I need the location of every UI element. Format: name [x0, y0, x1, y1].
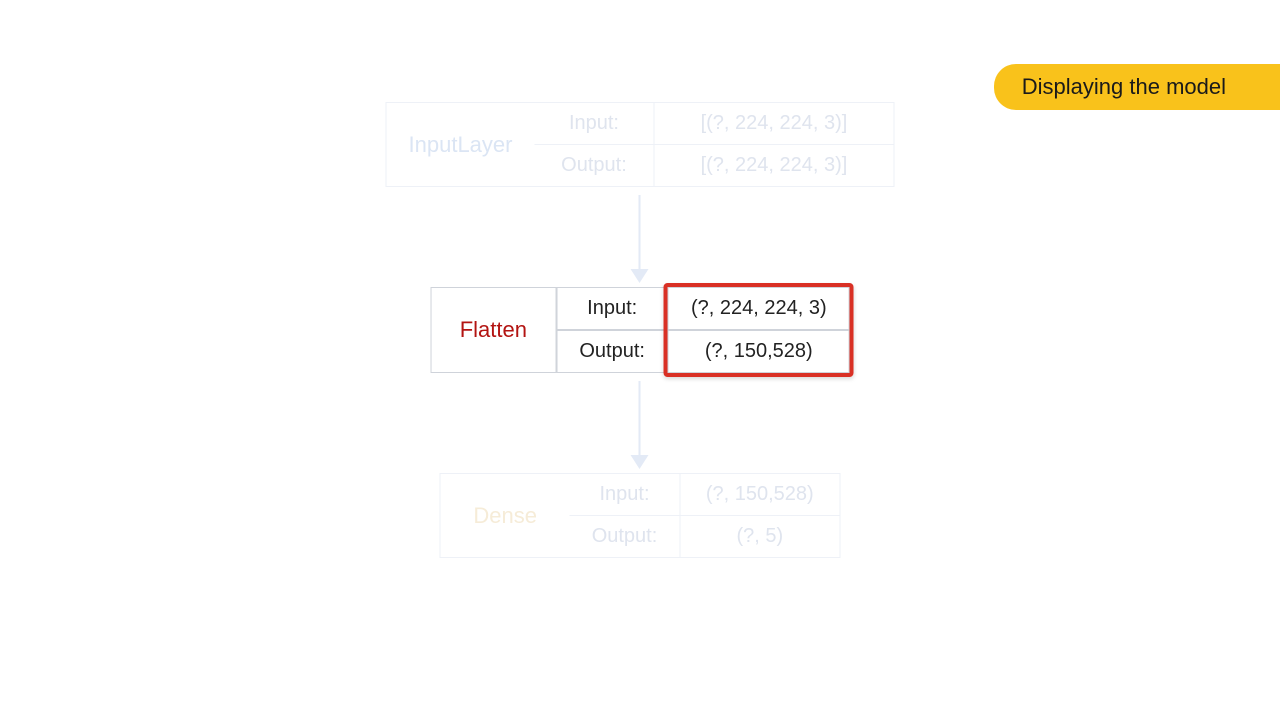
output-shape: (?, 150,528): [668, 330, 850, 373]
input-label: Input:: [570, 473, 681, 515]
title-badge: Displaying the model: [994, 64, 1280, 110]
model-diagram: InputLayer Input: [(?, 224, 224, 3)] Out…: [386, 102, 895, 558]
arrow-down-icon: [639, 195, 641, 273]
output-shape: (?, 5): [680, 515, 840, 558]
layer-name: Flatten: [430, 287, 556, 373]
layer-name: InputLayer: [386, 102, 535, 187]
output-label: Output:: [556, 330, 668, 373]
layer-io-grid: Input: (?, 150,528) Output: (?, 5): [570, 473, 841, 558]
layer-flatten: Flatten Input: (?, 224, 224, 3) Output: …: [430, 287, 849, 373]
input-shape: (?, 150,528): [680, 473, 840, 515]
title-badge-text: Displaying the model: [1022, 74, 1226, 99]
layer-name: Dense: [440, 473, 570, 558]
input-label: Input:: [534, 102, 654, 144]
layer-io-grid: Input: (?, 224, 224, 3) Output: (?, 150,…: [556, 287, 849, 373]
layer-inputlayer: InputLayer Input: [(?, 224, 224, 3)] Out…: [386, 102, 895, 187]
output-label: Output:: [570, 515, 681, 558]
input-label: Input:: [556, 287, 668, 330]
output-label: Output:: [534, 144, 654, 187]
layer-io-grid: Input: [(?, 224, 224, 3)] Output: [(?, 2…: [534, 102, 894, 187]
input-shape: (?, 224, 224, 3): [668, 287, 850, 330]
input-shape: [(?, 224, 224, 3)]: [654, 102, 894, 144]
layer-dense: Dense Input: (?, 150,528) Output: (?, 5): [440, 473, 841, 558]
output-shape: [(?, 224, 224, 3)]: [654, 144, 894, 187]
arrow-down-icon: [639, 381, 641, 459]
